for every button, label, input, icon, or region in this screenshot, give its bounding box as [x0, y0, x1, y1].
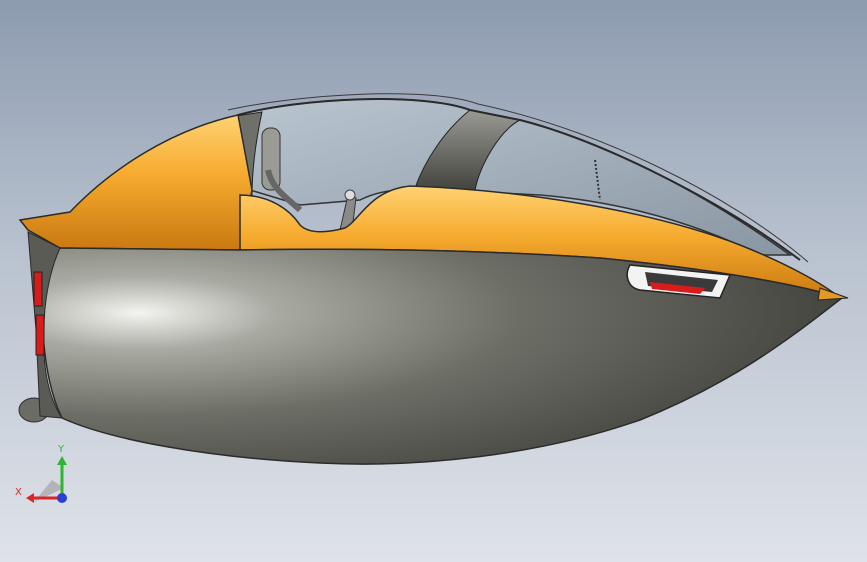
- rear-marker-lower: [35, 314, 45, 356]
- x-axis-label: X: [15, 487, 22, 498]
- graphics-viewport[interactable]: X Y: [0, 0, 867, 562]
- rear-marker-upper: [33, 271, 43, 307]
- fuselage-model[interactable]: [0, 0, 867, 562]
- view-triad[interactable]: X Y: [12, 440, 82, 510]
- y-axis-label: Y: [57, 444, 65, 455]
- nose-tip: [817, 287, 849, 301]
- rear-fairing: [18, 114, 253, 251]
